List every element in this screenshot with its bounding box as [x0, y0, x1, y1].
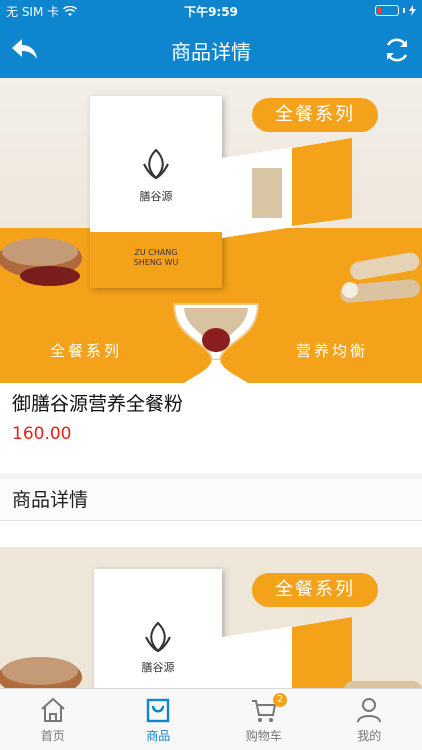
cart-count-badge: 2 [273, 693, 287, 707]
brand-logo [143, 148, 169, 180]
tab-cart-label: 购物车 [245, 729, 282, 743]
tab-bar: 首页 商品 2 购物车 我的 [0, 688, 422, 750]
charging-icon [409, 5, 416, 16]
series-badge: 全餐系列 [252, 98, 378, 132]
caption-left: 全餐系列 [50, 342, 123, 360]
battery-cap [403, 8, 405, 13]
shopping-bag-icon [147, 698, 170, 723]
detail-product-box: 膳谷源 [94, 569, 222, 688]
section-spacer [0, 521, 422, 547]
caption-right: 营养均衡 [296, 342, 369, 360]
status-time: 下午9:59 [184, 5, 238, 19]
tab-mine[interactable]: 我的 [317, 689, 422, 750]
product-detail-content[interactable]: 全餐系列 膳谷源 ZU CHANG SHENG WU 全餐系列 营养均衡 御膳谷… [0, 78, 422, 688]
detail-series-badge: 全餐系列 [252, 573, 378, 607]
product-info: 御膳谷源营养全餐粉 160.00 [0, 383, 422, 473]
product-price: 160.00 [12, 424, 72, 444]
tab-products[interactable]: 商品 [106, 689, 212, 750]
tab-home-label: 首页 [40, 729, 65, 743]
tab-cart[interactable]: 2 购物车 [211, 689, 317, 750]
box-subtitle-line1: ZU CHANG [134, 248, 178, 257]
tab-products-label: 商品 [146, 729, 171, 743]
product-image: 全餐系列 膳谷源 ZU CHANG SHENG WU 全餐系列 营养均衡 [0, 78, 422, 383]
user-icon [357, 698, 382, 723]
box-brand-name: 膳谷源 [139, 190, 173, 203]
yam-image [340, 252, 420, 303]
detail-box-side [222, 617, 352, 688]
hourglass-image [172, 303, 260, 383]
product-box-image: 膳谷源 ZU CHANG SHENG WU [90, 96, 222, 288]
status-bar: 无 SIM 卡 下午9:59 [0, 0, 422, 22]
home-icon [41, 697, 65, 722]
product-name: 御膳谷源营养全餐粉 [12, 393, 184, 415]
tab-home[interactable]: 首页 [0, 689, 106, 750]
details-section-title: 商品详情 [0, 479, 422, 521]
detail-image: 全餐系列 膳谷源 [0, 547, 422, 688]
box-subtitle: ZU CHANG SHENG WU [90, 248, 222, 268]
product-box-side-image [222, 138, 352, 238]
nav-bar: 商品详情 [0, 22, 422, 78]
grain-bowl-image [0, 238, 82, 286]
detail-box-brand: 膳谷源 [141, 661, 175, 674]
box-subtitle-line2: SHENG WU [133, 258, 179, 267]
refresh-icon[interactable] [382, 35, 412, 65]
detail-brand-logo [145, 621, 171, 653]
status-right [375, 5, 416, 16]
tab-mine-label: 我的 [357, 729, 382, 743]
page-title: 商品详情 [171, 40, 251, 64]
detail-grain-bowl [0, 657, 82, 688]
detail-yam [344, 681, 422, 688]
battery-icon [375, 5, 399, 16]
